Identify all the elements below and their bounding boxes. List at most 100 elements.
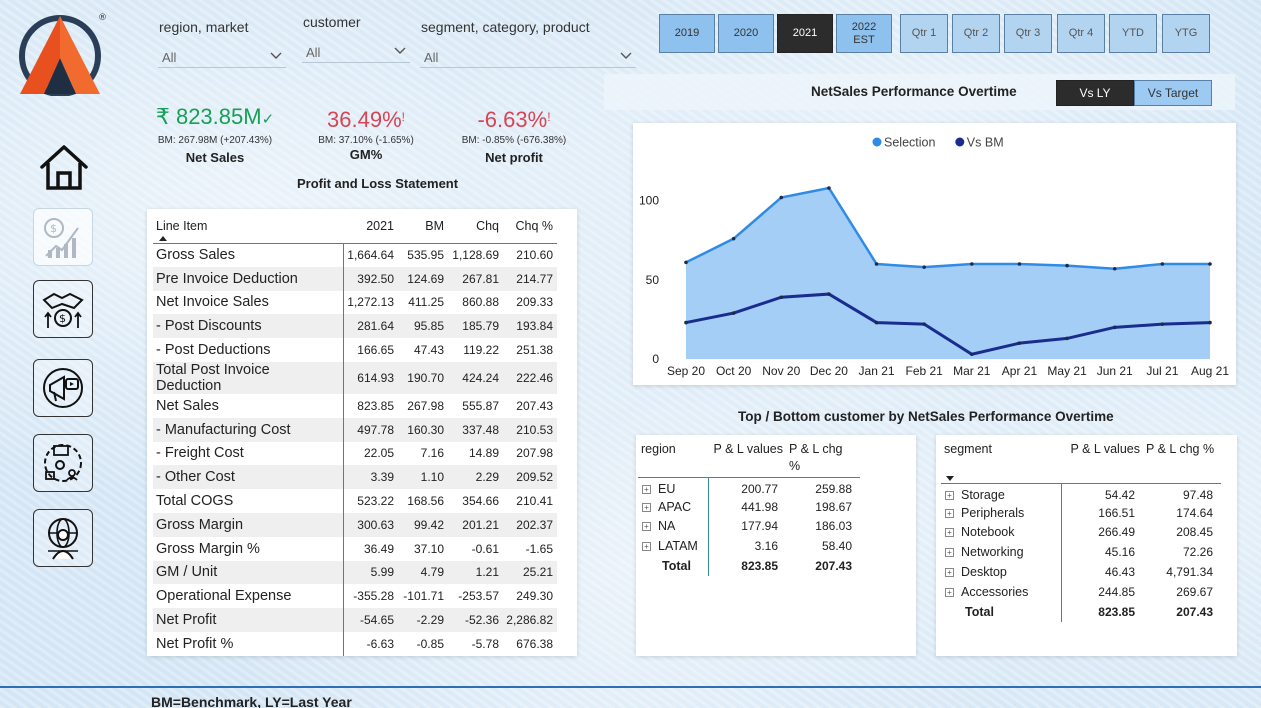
pl-value-cell: 210.60 [516, 248, 553, 263]
total-row: Total 823.85 207.43 [941, 601, 1221, 622]
value-cell: 3.16 [754, 539, 778, 554]
value-cell: 72.26 [1182, 545, 1213, 560]
pl-value-cell: -5.78 [471, 636, 499, 651]
pl-value-cell: 166.65 [357, 343, 394, 358]
pl-header-year[interactable]: 2021 [343, 217, 398, 244]
table-row: - Other Cost 3.39 1.10 2.29 209.52 [153, 465, 557, 490]
nav-marketing-view-button[interactable] [33, 359, 93, 417]
svg-text:$: $ [50, 222, 57, 235]
kpi-gm-benchmark: BM: 37.10% (-1.65%) [318, 135, 414, 146]
nav-supply-chain-view-button[interactable] [33, 434, 93, 492]
value-cell: 198.67 [815, 499, 852, 514]
expand-icon[interactable]: + [945, 491, 954, 501]
value-cell: 200.77 [741, 482, 778, 497]
expand-icon[interactable]: + [945, 508, 954, 518]
pl-header-chq[interactable]: Chq [448, 217, 503, 244]
pl-line-item-cell: Total COGS [153, 489, 344, 513]
customer-filter-dropdown[interactable]: All [302, 37, 410, 63]
region-header-values[interactable]: P & L values [708, 435, 786, 478]
row-label-cell: + APAC [638, 496, 709, 517]
pl-header-line-item[interactable]: Line Item [153, 217, 343, 244]
pl-value-cell: -0.85 [416, 636, 444, 651]
toggle-vs-target-button[interactable]: Vs Target [1134, 80, 1212, 106]
region-header-chg[interactable]: P & L chg % [786, 435, 860, 478]
row-label: APAC [658, 499, 692, 514]
table-row: - Freight Cost 22.05 7.16 14.89 207.98 [153, 441, 557, 466]
nav-finance-view-button[interactable]: $ [33, 208, 93, 266]
warning-icon: ! [547, 110, 551, 124]
expand-icon[interactable]: + [945, 587, 954, 597]
pl-value-cell: 119.22 [463, 343, 499, 358]
nav-home-button[interactable] [36, 142, 92, 192]
row-label: EU [658, 482, 676, 497]
year-button[interactable]: 2020 [718, 14, 774, 53]
pl-value-cell: 860.88 [462, 295, 499, 310]
pl-line-item-cell: Total Post Invoice Deduction [153, 361, 344, 394]
segment-header-values[interactable]: P & L values [1061, 435, 1143, 484]
quarter-button[interactable]: YTD [1109, 14, 1157, 53]
region-filter-dropdown[interactable]: All [158, 42, 286, 68]
value-cell: 58.40 [821, 539, 852, 554]
nav-sales-view-button[interactable]: $ [33, 280, 93, 338]
data-point [827, 186, 831, 190]
pl-value-cell: 7.16 [420, 446, 444, 461]
expand-icon[interactable]: + [945, 568, 954, 578]
x-tick-label: Dec 20 [810, 364, 848, 378]
quarter-button[interactable]: Qtr 4 [1057, 14, 1105, 53]
expand-icon[interactable]: + [642, 502, 651, 512]
x-tick-label: Nov 20 [762, 364, 800, 378]
year-button[interactable]: 2019 [659, 14, 715, 53]
data-point [827, 292, 831, 296]
y-tick-label: 100 [639, 194, 659, 208]
expand-icon[interactable]: + [642, 542, 651, 552]
table-row: + Peripherals 166.51 174.64 [941, 502, 1221, 523]
pl-value-cell: 823.85 [357, 398, 394, 413]
quarter-button[interactable]: YTG [1162, 14, 1210, 53]
pl-value-cell: -101.71 [403, 589, 444, 604]
nav-executive-view-button[interactable] [33, 509, 93, 567]
expand-icon[interactable]: + [945, 548, 954, 558]
pl-statement-card: Line Item 2021 BM Chq Chq % Gross Sales 1… [147, 209, 577, 656]
kpi-net-profit-value: -6.63% [477, 107, 548, 132]
segment-table: segment P & L values P & L chg % + Storag… [941, 435, 1221, 622]
pl-line-item-cell: Gross Margin [153, 512, 344, 537]
pl-value-cell: 281.64 [343, 314, 398, 339]
row-label: Peripherals [961, 505, 1025, 520]
segment-header-segment[interactable]: segment [941, 435, 1061, 484]
quarter-button[interactable]: Qtr 2 [952, 14, 1000, 53]
region-header-region[interactable]: region [638, 435, 708, 478]
data-point [779, 195, 784, 200]
data-point [684, 260, 688, 265]
row-label-cell: + Desktop [941, 562, 1062, 582]
data-point [1065, 336, 1069, 341]
toggle-vs-ly-button[interactable]: Vs LY [1056, 80, 1134, 106]
pl-value-cell: 1.21 [448, 560, 503, 585]
segment-filter-dropdown[interactable]: All [420, 42, 636, 68]
year-button[interactable]: 2021 [777, 14, 833, 53]
footer-divider [0, 686, 1261, 688]
year-button[interactable]: 2022 EST [836, 14, 892, 53]
pl-value-cell: -0.61 [471, 541, 499, 556]
quarter-button[interactable]: Qtr 3 [1004, 14, 1052, 53]
value-cell: 269.67 [1176, 584, 1213, 599]
footer-legend-note: BM=Benchmark, LY=Last Year [151, 694, 352, 708]
expand-icon[interactable]: + [642, 485, 651, 495]
expand-icon[interactable]: + [642, 522, 651, 532]
kpi-net-sales: ₹ 823.85M✓ BM: 267.98M (+207.43%) Net Sa… [148, 104, 282, 165]
pl-header-bm[interactable]: BM [398, 217, 448, 244]
segment-table-card: segment P & L values P & L chg % + Storag… [936, 435, 1237, 656]
pl-value-cell: 185.79 [448, 314, 503, 339]
segment-filter-value: All [424, 50, 439, 65]
x-tick-label: May 21 [1047, 364, 1087, 378]
pl-value-cell: -355.28 [353, 589, 394, 604]
segment-header-chg[interactable]: P & L chg % [1143, 435, 1221, 484]
data-point [1160, 322, 1165, 326]
x-tick-label: Feb 21 [906, 364, 944, 378]
expand-icon[interactable]: + [945, 528, 954, 538]
x-tick-label: Jan 21 [859, 364, 895, 378]
quarter-button[interactable]: Qtr 1 [900, 14, 948, 53]
row-label: Networking [961, 545, 1024, 560]
table-row: Total Post Invoice Deduction 614.93 190.70… [153, 361, 557, 394]
pl-line-item-cell: Net Invoice Sales [153, 290, 344, 315]
pl-header-chq-pct[interactable]: Chq % [503, 217, 557, 244]
